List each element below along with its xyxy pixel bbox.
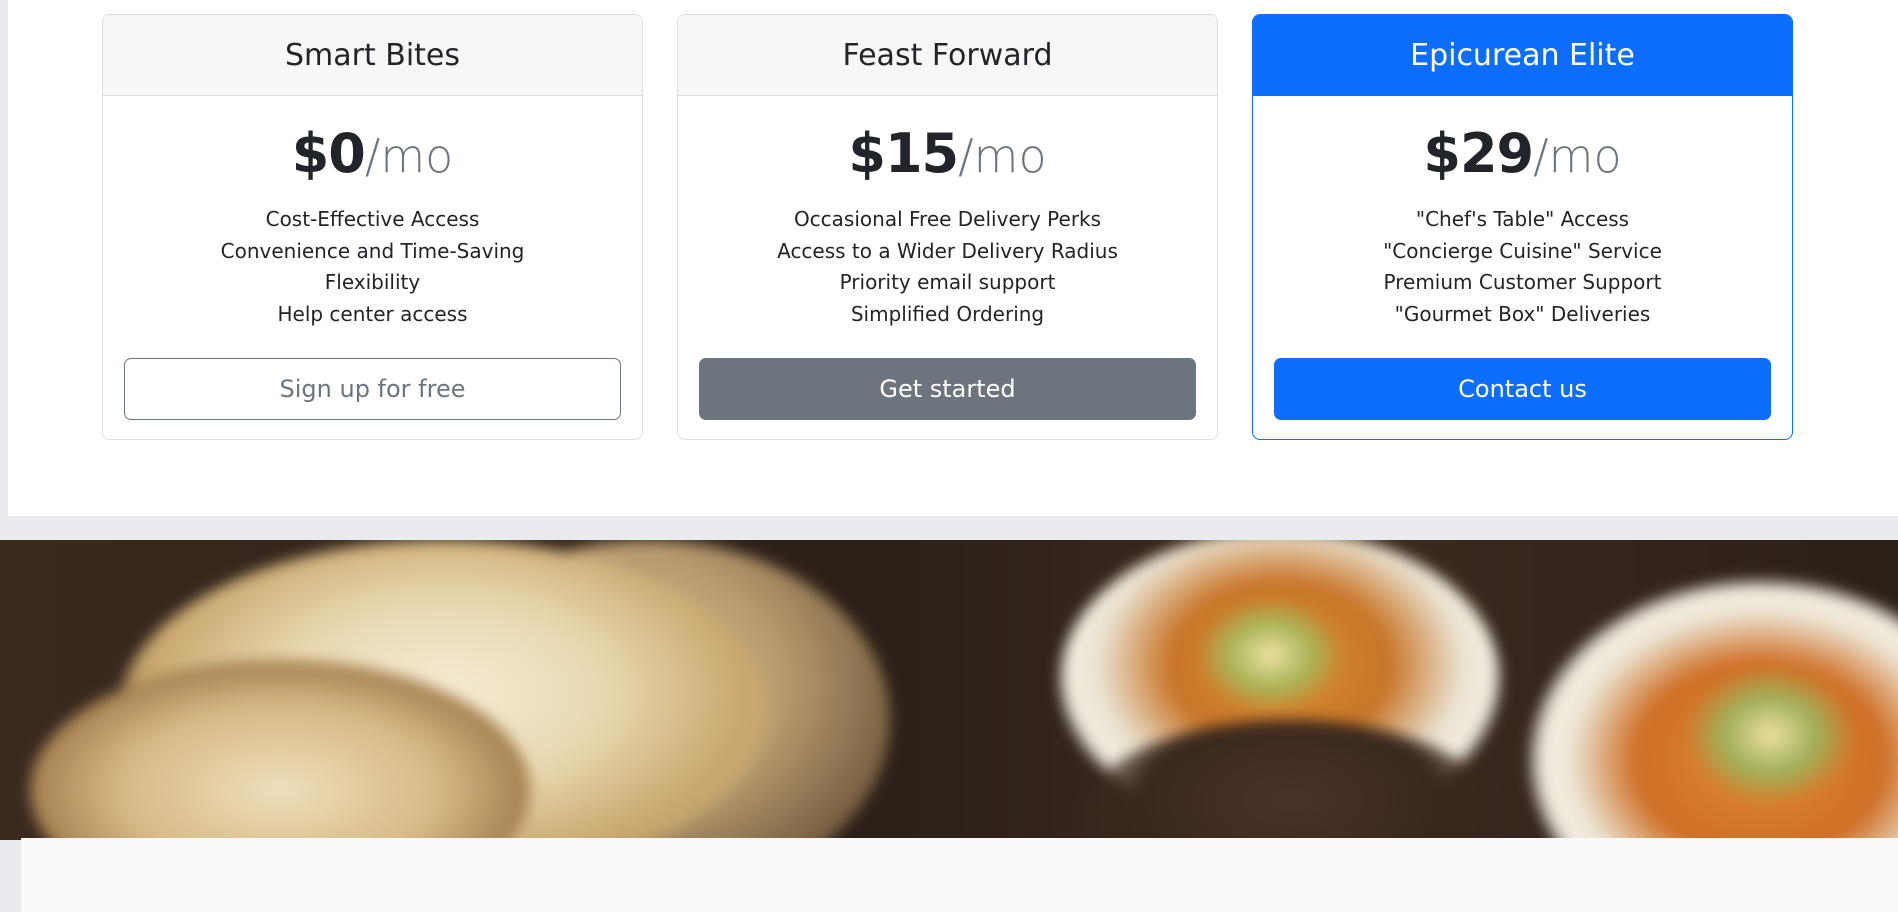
feature-item: Occasional Free Delivery Perks [793,207,1102,231]
feature-item: Simplified Ordering [850,301,1045,326]
plan-card-smart-bites: Smart Bites $0/mo Cost-Effective Access … [102,14,643,440]
plan-title: Epicurean Elite [1253,15,1792,96]
plan-price: $0/mo [103,120,642,188]
get-started-button[interactable]: Get started [699,358,1196,420]
food-banner-image [0,540,1898,840]
sign-up-button[interactable]: Sign up for free [124,358,621,420]
feature-list: Occasional Free Delivery Perks Access to… [678,204,1217,330]
feature-item: Convenience and Time-Saving [220,238,525,263]
plan-title: Smart Bites [103,15,642,96]
price-amount: $29 [1423,122,1534,185]
plan-price: $15/mo [678,120,1217,188]
food-image-blur [0,540,1898,840]
feature-item: Flexibility [324,270,421,294]
price-period: /mo [364,129,454,183]
feature-list: Cost-Effective Access Convenience and Ti… [103,204,642,330]
price-amount: $15 [848,122,959,185]
feature-item: Premium Customer Support [1383,270,1662,294]
price-period: /mo [1533,129,1622,183]
feature-list: "Chef's Table" Access "Concierge Cuisine… [1253,204,1792,330]
feature-item: "Concierge Cuisine" Service [1383,238,1662,263]
pricing-section: Smart Bites $0/mo Cost-Effective Access … [8,0,1898,516]
contact-us-button[interactable]: Contact us [1274,358,1771,420]
feature-item: Help center access [277,301,468,326]
price-period: /mo [958,129,1047,183]
plan-price: $29/mo [1253,120,1792,188]
next-section-panel [21,838,1898,912]
curry-garnish [1690,670,1850,800]
plan-title: Feast Forward [678,15,1217,96]
plan-card-feast-forward: Feast Forward $15/mo Occasional Free Del… [677,14,1218,440]
pricing-cards: Smart Bites $0/mo Cost-Effective Access … [8,14,1898,442]
plan-card-epicurean-elite: Epicurean Elite $29/mo "Chef's Table" Ac… [1252,14,1793,440]
feature-item: Priority email support [839,270,1056,294]
price-amount: $0 [291,122,366,185]
feature-item: "Chef's Table" Access [1415,207,1630,231]
feature-item: "Gourmet Box" Deliveries [1394,301,1651,326]
curry-garnish [1200,600,1340,710]
feature-item: Cost-Effective Access [265,207,480,231]
feature-item: Access to a Wider Delivery Radius [777,238,1118,263]
